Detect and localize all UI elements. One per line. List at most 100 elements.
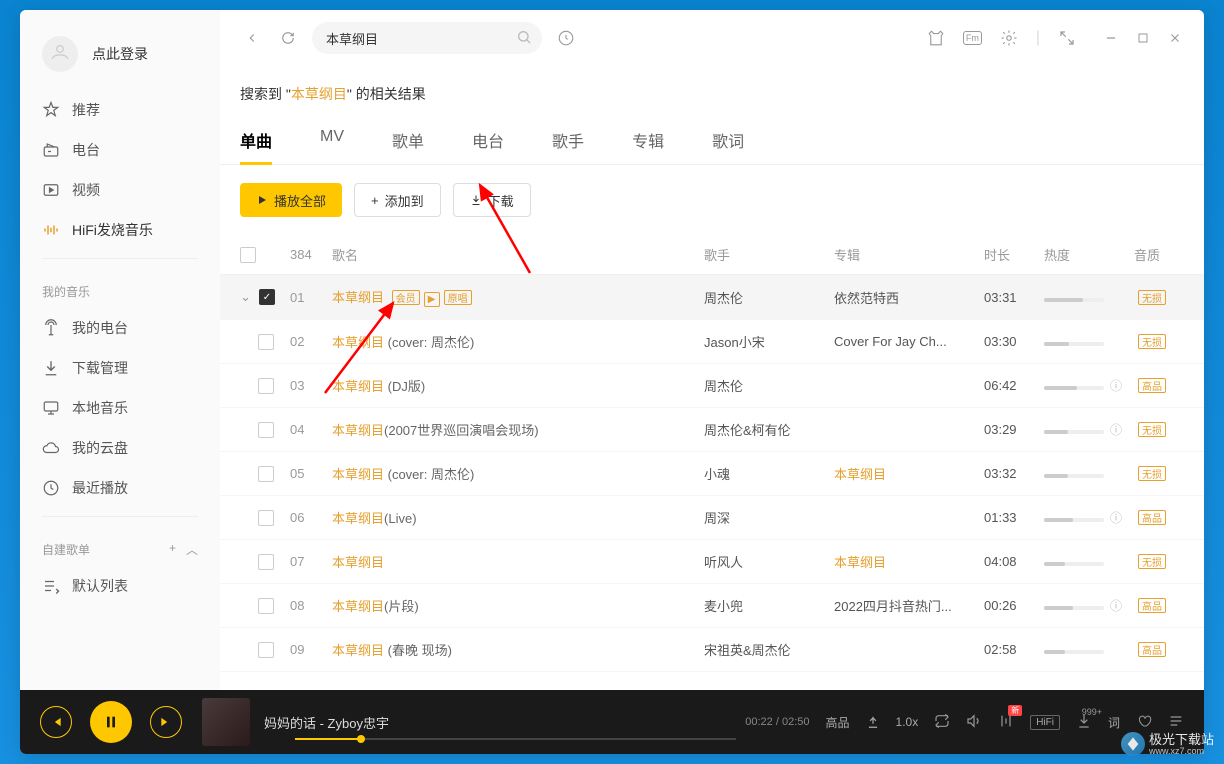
song-album[interactable]: 本草纲目 (834, 552, 984, 571)
quality-button[interactable]: 高品 (826, 714, 850, 731)
song-name[interactable]: 本草纲目 (332, 552, 704, 571)
row-checkbox[interactable] (258, 422, 274, 438)
tab-3[interactable]: 电台 (472, 116, 504, 164)
song-artist[interactable]: 宋祖英&周杰伦 (704, 640, 834, 659)
maximize-button[interactable] (1134, 29, 1152, 47)
song-artist[interactable]: Jason小宋 (704, 332, 834, 351)
info-icon[interactable]: ⓘ (1110, 511, 1122, 525)
sidebar-item-video[interactable]: 视频 (20, 170, 220, 210)
volume-icon[interactable] (966, 713, 982, 732)
skin-icon[interactable] (927, 29, 945, 47)
song-name[interactable]: 本草纲目 (春晚 现场) (332, 640, 704, 659)
now-playing-title[interactable]: 妈妈的话 - Zyboy忠宇 (264, 713, 745, 732)
song-artist[interactable]: 麦小兜 (704, 596, 834, 615)
download-icon[interactable]: 999+ (1076, 713, 1092, 732)
info-icon[interactable]: ⓘ (1110, 599, 1122, 613)
row-checkbox[interactable] (258, 378, 274, 394)
sidebar-item-star[interactable]: 推荐 (20, 90, 220, 130)
tab-0[interactable]: 单曲 (240, 116, 272, 164)
song-name[interactable]: 本草纲目 (cover: 周杰伦) (332, 332, 704, 351)
share-icon[interactable] (866, 715, 880, 729)
chevron-down-icon[interactable]: ⌄ (240, 289, 251, 305)
add-to-button[interactable]: + 添加到 (354, 183, 441, 217)
select-all-checkbox[interactable] (240, 247, 256, 263)
tab-5[interactable]: 专辑 (632, 116, 664, 164)
song-row[interactable]: 08 本草纲目(片段) 麦小兜 2022四月抖音热门... 00:26 ⓘ 高品 (220, 584, 1204, 628)
song-row[interactable]: 07 本草纲目 听风人 本草纲目 04:08 无损 (220, 540, 1204, 584)
row-checkbox[interactable] (258, 642, 274, 658)
sidebar-item-clock[interactable]: 最近播放 (20, 468, 220, 508)
tab-6[interactable]: 歌词 (712, 116, 744, 164)
row-checkbox[interactable] (258, 466, 274, 482)
progress-bar[interactable] (295, 738, 736, 740)
song-artist[interactable]: 小魂 (704, 464, 834, 483)
info-icon[interactable]: ⓘ (1110, 379, 1122, 393)
col-artist[interactable]: 歌手 (704, 245, 834, 264)
sidebar-item-download[interactable]: 下载管理 (20, 348, 220, 388)
song-row[interactable]: 05 本草纲目 (cover: 周杰伦) 小魂 本草纲目 03:32 无损 (220, 452, 1204, 496)
song-row[interactable]: ⌄✓ 01 本草纲目 会员▶原唱 周杰伦 依然范特西 03:31 无损 (220, 275, 1204, 320)
info-icon[interactable]: ⓘ (1110, 423, 1122, 437)
sidebar-item-default-list[interactable]: 默认列表 (20, 566, 220, 606)
song-name[interactable]: 本草纲目 (cover: 周杰伦) (332, 464, 704, 483)
song-name[interactable]: 本草纲目(片段) (332, 596, 704, 615)
prev-button[interactable] (40, 706, 72, 738)
tab-4[interactable]: 歌手 (552, 116, 584, 164)
close-button[interactable] (1166, 29, 1184, 47)
speed-button[interactable]: 1.0x (896, 715, 919, 729)
minimize-button[interactable] (1102, 29, 1120, 47)
download-button[interactable]: 下载 (453, 183, 531, 217)
sidebar-item-cloud[interactable]: 我的云盘 (20, 428, 220, 468)
song-album[interactable]: 依然范特西 (834, 288, 984, 307)
sidebar-item-hifi[interactable]: HiFi发烧音乐 (20, 210, 220, 250)
album-cover[interactable] (202, 698, 250, 746)
song-row[interactable]: 09 本草纲目 (春晚 现场) 宋祖英&周杰伦 02:58 高品 (220, 628, 1204, 672)
song-album[interactable]: 本草纲目 (834, 464, 984, 483)
row-checkbox[interactable] (258, 334, 274, 350)
next-button[interactable] (150, 706, 182, 738)
tab-1[interactable]: MV (320, 116, 344, 164)
search-icon[interactable] (516, 29, 532, 50)
song-artist[interactable]: 听风人 (704, 552, 834, 571)
sidebar-item-broadcast[interactable]: 我的电台 (20, 308, 220, 348)
playlist-icon[interactable] (1168, 713, 1184, 732)
song-artist[interactable]: 周杰伦 (704, 376, 834, 395)
song-artist[interactable]: 周杰伦&柯有伦 (704, 420, 834, 439)
listen-recognize-icon[interactable] (554, 26, 578, 50)
song-album[interactable]: 2022四月抖音热门... (834, 596, 984, 615)
row-checkbox[interactable] (258, 554, 274, 570)
song-row[interactable]: 02 本草纲目 (cover: 周杰伦) Jason小宋 Cover For J… (220, 320, 1204, 364)
sidebar-item-radio[interactable]: 电台 (20, 130, 220, 170)
song-album[interactable]: Cover For Jay Ch... (834, 334, 984, 349)
loop-icon[interactable] (934, 713, 950, 732)
user-login[interactable]: 点此登录 (20, 28, 220, 90)
col-heat[interactable]: 热度 (1044, 245, 1134, 264)
song-artist[interactable]: 周深 (704, 508, 834, 527)
effects-icon[interactable]: 新 (998, 713, 1014, 732)
refresh-button[interactable] (276, 26, 300, 50)
song-row[interactable]: 06 本草纲目(Live) 周深 01:33 ⓘ 高品 (220, 496, 1204, 540)
favorite-icon[interactable] (1136, 713, 1152, 732)
col-duration[interactable]: 时长 (984, 245, 1044, 264)
play-all-button[interactable]: 播放全部 (240, 183, 342, 217)
collapse-icon[interactable]: ︿ (186, 541, 198, 558)
sidebar-item-monitor[interactable]: 本地音乐 (20, 388, 220, 428)
song-name[interactable]: 本草纲目(Live) (332, 508, 704, 527)
song-name[interactable]: 本草纲目(2007世界巡回演唱会现场) (332, 420, 704, 439)
song-artist[interactable]: 周杰伦 (704, 288, 834, 307)
row-checkbox[interactable] (258, 598, 274, 614)
col-name[interactable]: 歌名 (332, 245, 704, 264)
search-input[interactable] (312, 22, 542, 54)
row-checkbox[interactable] (258, 510, 274, 526)
song-name[interactable]: 本草纲目 会员▶原唱 (332, 287, 704, 307)
lyric-button[interactable]: 词 (1108, 714, 1120, 731)
mini-mode-icon[interactable] (1058, 29, 1076, 47)
settings-icon[interactable] (1000, 29, 1018, 47)
col-album[interactable]: 专辑 (834, 245, 984, 264)
fm-icon[interactable]: Fm (963, 31, 982, 45)
song-name[interactable]: 本草纲目 (DJ版) (332, 376, 704, 395)
col-quality[interactable]: 音质 (1134, 245, 1184, 264)
song-row[interactable]: 03 本草纲目 (DJ版) 周杰伦 06:42 ⓘ 高品 (220, 364, 1204, 408)
play-pause-button[interactable] (90, 701, 132, 743)
back-button[interactable] (240, 26, 264, 50)
